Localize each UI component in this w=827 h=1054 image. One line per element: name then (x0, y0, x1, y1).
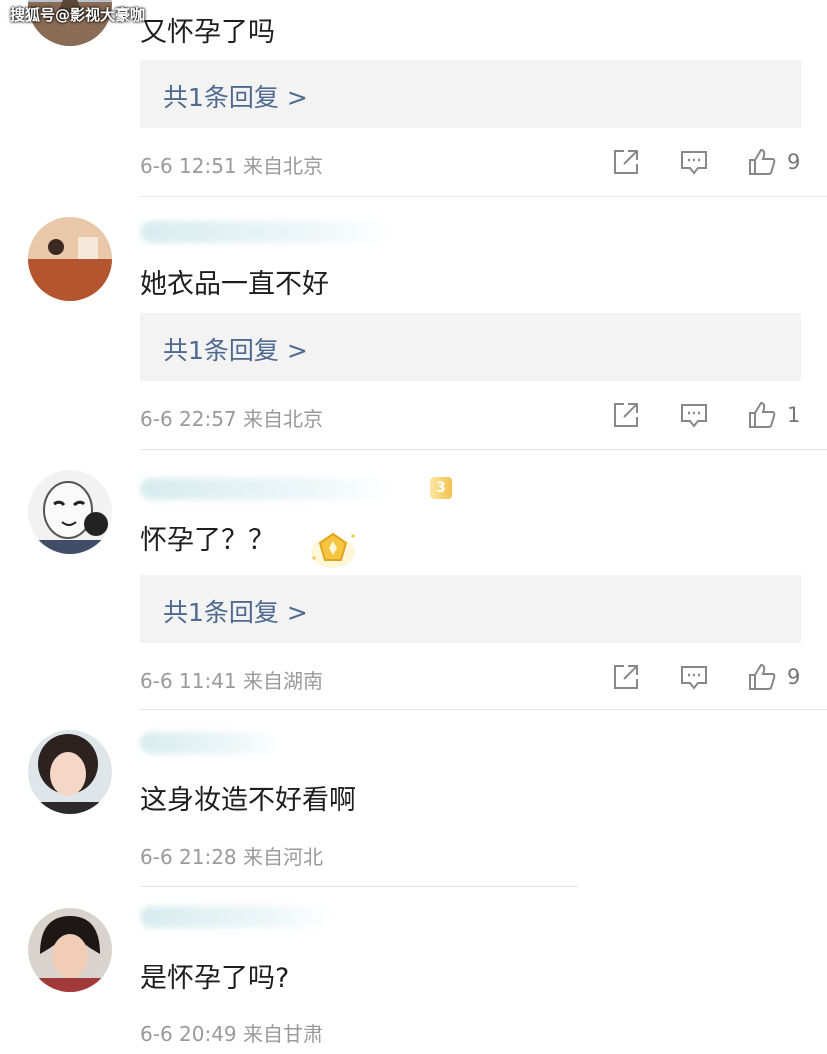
comment-item: 她衣品一直不好 共1条回复 > 6-6 22:57 来自北京 1 (0, 197, 827, 450)
level-badge: 3 (430, 477, 452, 499)
comment-date: 6-6 21:28 (140, 845, 237, 869)
like-count: 9 (787, 665, 801, 689)
comment-meta: 6-6 11:41 来自湖南 (140, 665, 323, 694)
view-replies-link[interactable]: 共1条回复 > (163, 78, 308, 114)
comment-meta: 6-6 12:51 来自北京 (140, 150, 323, 179)
comment-actions: 1 (611, 400, 801, 430)
comment-date: 6-6 20:49 (140, 1022, 237, 1046)
comment-date: 6-6 22:57 (140, 407, 237, 431)
comment-actions: 9 (611, 662, 801, 692)
comment-meta: 6-6 22:57 来自北京 (140, 403, 323, 432)
comment-text: 又怀孕了吗 (140, 17, 275, 48)
like-count: 1 (787, 403, 801, 427)
comment-date: 6-6 12:51 (140, 154, 237, 178)
comment-text: 这身妆造不好看啊 (140, 785, 356, 816)
username-blurred (140, 478, 390, 500)
comment-text: 是怀孕了吗? (140, 963, 290, 994)
avatar[interactable] (28, 217, 112, 301)
comment-date: 6-6 11:41 (140, 669, 237, 693)
comment-text: 她衣品一直不好 (140, 269, 329, 300)
avatar[interactable] (28, 908, 112, 992)
comment-location: 来自河北 (243, 845, 324, 869)
username-blurred (140, 906, 330, 928)
reply-box[interactable]: 共1条回复 > (140, 313, 801, 381)
username-blurred (140, 221, 390, 243)
comment-text: 怀孕了？？ (140, 525, 275, 556)
comment-item: 3 怀孕了？？ 共1条回复 > 6-6 11:41 来自湖南 9 (0, 450, 827, 710)
view-replies-link[interactable]: 共1条回复 > (163, 593, 308, 629)
like-count: 9 (787, 150, 801, 174)
comment-icon[interactable] (679, 400, 709, 430)
share-icon[interactable] (611, 147, 641, 177)
avatar[interactable] (28, 470, 112, 554)
comment-item: 又怀孕了吗 共1条回复 > 6-6 12:51 来自北京 9 (0, 0, 827, 197)
share-icon[interactable] (611, 400, 641, 430)
comment-location: 来自甘肃 (243, 1022, 324, 1046)
view-replies-link[interactable]: 共1条回复 > (163, 331, 308, 367)
comment-location: 来自北京 (243, 407, 324, 431)
comment-item: 是怀孕了吗? 6-6 20:49 来自甘肃 (0, 890, 827, 1054)
divider (140, 886, 578, 887)
avatar[interactable] (28, 730, 112, 814)
reply-box[interactable]: 共1条回复 > (140, 575, 801, 643)
comment-location: 来自湖南 (243, 669, 324, 693)
share-icon[interactable] (611, 662, 641, 692)
like-icon[interactable] (747, 400, 777, 430)
comment-item: 这身妆造不好看啊 6-6 21:28 来自河北 (0, 710, 827, 890)
comment-actions: 9 (611, 147, 801, 177)
reply-box[interactable]: 共1条回复 > (140, 60, 801, 128)
username-blurred (140, 732, 280, 754)
like-icon[interactable] (747, 662, 777, 692)
comment-meta: 6-6 20:49 来自甘肃 (140, 1018, 323, 1047)
medal-icon (308, 528, 358, 572)
like-icon[interactable] (747, 147, 777, 177)
comment-icon[interactable] (679, 662, 709, 692)
comment-icon[interactable] (679, 147, 709, 177)
comment-meta: 6-6 21:28 来自河北 (140, 841, 323, 870)
comment-location: 来自北京 (243, 154, 324, 178)
watermark: 搜狐号@影视大豪咖 (10, 6, 146, 24)
